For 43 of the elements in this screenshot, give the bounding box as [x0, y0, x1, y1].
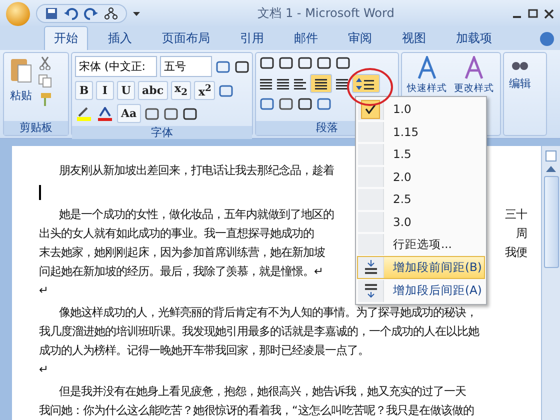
ribbon-tab[interactable]: 加载项 [446, 26, 502, 50]
format-button[interactable]: B [75, 81, 93, 100]
menu-item[interactable]: 1.5 [357, 143, 485, 166]
document-text: 问起她在新加坡的经历。最后，我除了羡慕，就是憧憬。↵ [39, 264, 324, 279]
menu-item[interactable]: 增加段前间距(B) [357, 256, 485, 279]
document-text: 我几度溜进她的培训班听课。我发现她引用最多的话就是李嘉诚的，一个成功的人在以比她 [39, 324, 479, 339]
font-size-field[interactable]: 五号 [160, 56, 212, 77]
document-text: 三十 [505, 207, 527, 222]
document-text: 但是我并没有在她身上看见疲惫，抱怨，她很高兴，她告诉我，她又充实的过了一天 [58, 384, 466, 399]
ribbon-tab[interactable]: 开始 [44, 26, 88, 50]
document-text: 出头的女人就有如此成功的事业。我一直想探寻她成功的 [39, 226, 314, 241]
group-label: 剪贴板 [4, 121, 68, 135]
change-case-button[interactable]: Aa [117, 104, 141, 123]
menu-item[interactable]: 增加段后间距(A) [357, 279, 485, 302]
menu-item[interactable]: 2.0 [357, 166, 485, 188]
document-text: 她是一个成功的女性，做化妆品，五年内就做到了地区的 [58, 207, 334, 222]
document-text: 我便 [505, 245, 527, 260]
format-button[interactable]: U [117, 81, 135, 100]
ribbon-tab[interactable]: 邮件 [284, 26, 328, 50]
format-button[interactable]: x$^{2}$ [194, 81, 216, 100]
document-text: ↵ [39, 284, 48, 297]
format-button[interactable]: x$_{2}$ [170, 81, 192, 100]
ribbon-tab[interactable]: 视图 [392, 26, 436, 50]
font-name-field[interactable]: 宋体 (中文正: [75, 56, 157, 77]
format-button[interactable]: abc [138, 81, 168, 100]
paste-button[interactable]: 粘贴 [7, 56, 35, 118]
ribbon-tab[interactable]: 插入 [98, 26, 142, 50]
document-text: 成功的人为榜样。记得一晚她开车带我回家，那时已经凌晨一点了。 [39, 343, 369, 358]
format-button[interactable]: I [96, 81, 114, 100]
window-title: 文档 1 - Microsoft Word [256, 5, 396, 22]
menu-item[interactable]: 2.5 [357, 188, 485, 210]
ribbon-tab[interactable]: 审阅 [338, 26, 382, 50]
document-text: 周 [516, 226, 527, 241]
document-text: 末去她家，她刚刚起床，因为参加首席训练营，她在新加坡 [39, 245, 325, 260]
document-text: 我问她：你为什么这么能吃苦？她很惊讶的看着我，“这怎么叫吃苦呢？我只是在做该做的 [39, 403, 474, 418]
document-text: 朋友刚从新加坡出差回来，打电话让我去那纪念品，趁着 [58, 163, 334, 178]
group-label: 字体 [72, 126, 252, 140]
ribbon-tab[interactable]: 页面布局 [152, 26, 220, 50]
ribbon-tab[interactable]: 引用 [230, 26, 274, 50]
document-text: 像她这样成功的人，光鲜亮丽的背后肯定有不为人知的事情。为了探寻她成功的秘诀， [58, 305, 477, 320]
menu-item[interactable]: 行距选项... [357, 233, 485, 256]
document-text: ↵ [39, 363, 48, 376]
menu-item[interactable]: 3.0 [357, 210, 485, 233]
